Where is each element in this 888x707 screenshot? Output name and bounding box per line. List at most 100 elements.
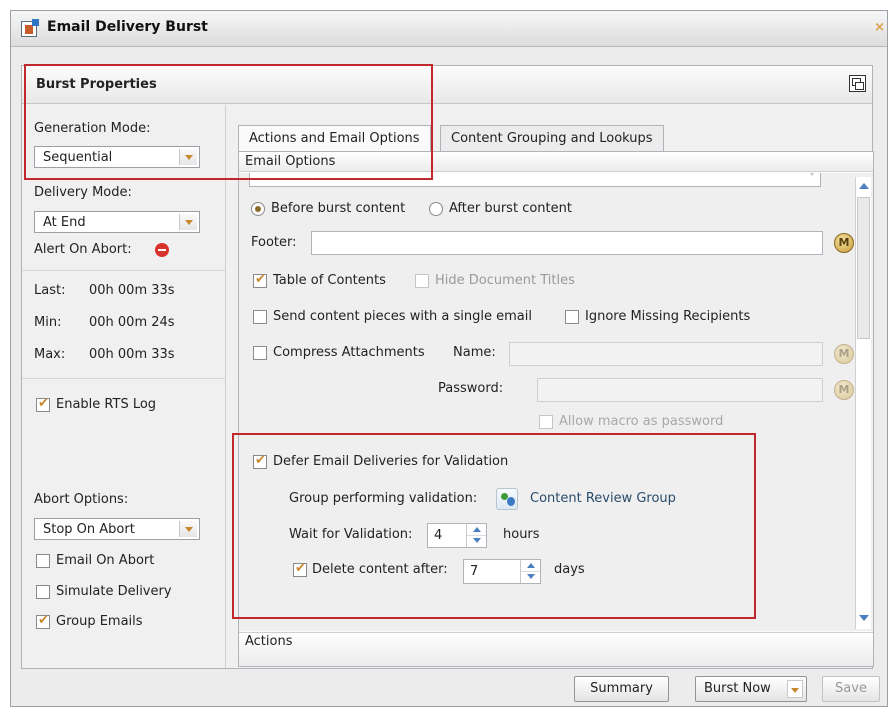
simulate-delivery-label: Simulate Delivery bbox=[56, 584, 172, 599]
tabs-area: Actions and Email Options Content Groupi… bbox=[238, 125, 874, 667]
hide-document-titles-label: Hide Document Titles bbox=[435, 273, 575, 288]
stat-min-value: 00h 00m 24s bbox=[89, 315, 175, 330]
group-emails-checkbox[interactable] bbox=[36, 613, 50, 629]
delete-after-value: 7 bbox=[470, 564, 479, 579]
ignore-missing-recipients-label: Ignore Missing Recipients bbox=[585, 309, 751, 324]
send-single-email-label: Send content pieces with a single email bbox=[273, 309, 532, 324]
left-column: Generation Mode: Sequential Delivery Mod… bbox=[22, 105, 226, 668]
close-icon[interactable]: × bbox=[874, 20, 885, 35]
burst-properties-panel: Burst Properties Generation Mode: Sequen… bbox=[21, 65, 874, 669]
delivery-mode-value: At End bbox=[43, 215, 86, 230]
burst-now-button[interactable]: Burst Now bbox=[695, 676, 807, 702]
stat-max-label: Max: bbox=[34, 347, 66, 362]
actions-section-header[interactable]: Actions bbox=[239, 632, 873, 666]
email-options-title: Email Options bbox=[245, 154, 336, 169]
hide-document-titles-checkbox[interactable] bbox=[415, 274, 429, 288]
generation-mode-label: Generation Mode: bbox=[34, 121, 151, 136]
stat-min-label: Min: bbox=[34, 315, 62, 330]
enable-rts-log-checkbox[interactable] bbox=[36, 396, 50, 412]
delete-unit-label: days bbox=[554, 562, 585, 577]
table-of-contents-checkbox[interactable] bbox=[253, 272, 267, 288]
abort-options-value: Stop On Abort bbox=[43, 522, 135, 537]
name-label: Name: bbox=[453, 345, 496, 360]
ignore-missing-recipients-checkbox[interactable] bbox=[565, 310, 579, 324]
tab-content-grouping-and-lookups[interactable]: Content Grouping and Lookups bbox=[440, 125, 664, 151]
wait-validation-value: 4 bbox=[434, 528, 443, 543]
abort-options-select[interactable]: Stop On Abort bbox=[34, 518, 200, 540]
alert-on-abort-label: Alert On Abort: bbox=[34, 242, 132, 257]
tab-actions-and-email-options[interactable]: Actions and Email Options bbox=[238, 125, 431, 152]
email-on-abort-label: Email On Abort bbox=[56, 553, 155, 568]
burst-now-label: Burst Now bbox=[704, 681, 771, 696]
group-validation-label: Group performing validation: bbox=[289, 491, 478, 506]
tab-content: Email Options Before burst content After… bbox=[238, 151, 874, 667]
generation-mode-select[interactable]: Sequential bbox=[34, 146, 200, 168]
email-delivery-burst-window: Email Delivery Burst × Burst Properties … bbox=[10, 10, 888, 707]
dropdown-arrow-icon[interactable] bbox=[787, 680, 803, 698]
defer-validation-checkbox[interactable] bbox=[253, 453, 267, 469]
email-options-header[interactable]: Email Options bbox=[239, 152, 873, 172]
group-icon[interactable] bbox=[496, 488, 518, 510]
group-validation-link[interactable]: Content Review Group bbox=[530, 491, 676, 506]
summary-button[interactable]: Summary bbox=[574, 676, 669, 702]
chevron-down-icon bbox=[808, 173, 816, 176]
compress-attachments-checkbox[interactable] bbox=[253, 346, 267, 360]
delivery-mode-select[interactable]: At End bbox=[34, 211, 200, 233]
dropdown-arrow-icon[interactable] bbox=[179, 521, 197, 537]
radio-after-burst-content[interactable] bbox=[429, 202, 443, 216]
dropdown-arrow-icon[interactable] bbox=[179, 214, 197, 230]
compress-attachments-label: Compress Attachments bbox=[273, 345, 425, 360]
send-single-email-checkbox[interactable] bbox=[253, 310, 267, 324]
actions-section-title: Actions bbox=[245, 634, 293, 649]
scroll-up-icon[interactable] bbox=[859, 183, 869, 189]
email-options-body: Before burst content After burst content… bbox=[239, 173, 873, 631]
panel-title: Burst Properties bbox=[36, 77, 157, 92]
wait-unit-label: hours bbox=[503, 527, 540, 542]
enable-rts-log-label: Enable RTS Log bbox=[56, 397, 157, 412]
abort-options-label: Abort Options: bbox=[34, 492, 129, 507]
allow-macro-password-label: Allow macro as password bbox=[559, 414, 724, 429]
abort-icon[interactable] bbox=[155, 243, 169, 257]
restore-icon[interactable] bbox=[849, 75, 866, 92]
password-input[interactable] bbox=[537, 378, 823, 402]
stat-max-value: 00h 00m 33s bbox=[89, 347, 175, 362]
generation-mode-value: Sequential bbox=[43, 150, 113, 165]
footer-label: Footer: bbox=[251, 235, 297, 250]
save-button[interactable]: Save bbox=[822, 676, 880, 702]
radio-before-burst-content[interactable] bbox=[251, 202, 265, 216]
defer-validation-label: Defer Email Deliveries for Validation bbox=[273, 454, 509, 469]
wait-validation-spinner[interactable]: 4 bbox=[427, 523, 487, 548]
macro-icon[interactable]: M bbox=[834, 233, 854, 253]
document-icon bbox=[21, 19, 39, 37]
dropdown-arrow-icon[interactable] bbox=[179, 149, 197, 165]
delete-after-label: Delete content after: bbox=[312, 562, 448, 577]
delete-after-spinner[interactable]: 7 bbox=[463, 559, 541, 584]
window-title: Email Delivery Burst bbox=[47, 19, 208, 35]
table-of-contents-label: Table of Contents bbox=[273, 273, 386, 288]
spinner-icon[interactable] bbox=[520, 560, 540, 583]
simulate-delivery-checkbox[interactable] bbox=[36, 585, 50, 599]
scroll-thumb[interactable] bbox=[857, 197, 870, 339]
spinner-icon[interactable] bbox=[466, 524, 486, 547]
wait-validation-label: Wait for Validation: bbox=[289, 527, 413, 542]
macro-icon[interactable]: M bbox=[834, 344, 854, 364]
header-select[interactable] bbox=[249, 173, 821, 187]
panel-header: Burst Properties bbox=[22, 66, 872, 104]
divider bbox=[22, 270, 225, 271]
divider bbox=[22, 378, 225, 379]
vertical-scrollbar[interactable] bbox=[855, 177, 871, 629]
name-input[interactable] bbox=[509, 342, 823, 366]
footer-input[interactable] bbox=[311, 231, 823, 255]
delivery-mode-label: Delivery Mode: bbox=[34, 185, 132, 200]
radio-after-label: After burst content bbox=[449, 201, 572, 216]
stat-last-value: 00h 00m 33s bbox=[89, 283, 175, 298]
email-on-abort-checkbox[interactable] bbox=[36, 554, 50, 568]
password-label: Password: bbox=[438, 381, 504, 396]
delete-after-checkbox[interactable] bbox=[293, 561, 307, 577]
group-emails-label: Group Emails bbox=[56, 614, 143, 629]
macro-icon[interactable]: M bbox=[834, 380, 854, 400]
stat-last-label: Last: bbox=[34, 283, 66, 298]
radio-before-label: Before burst content bbox=[271, 201, 406, 216]
allow-macro-password-checkbox[interactable] bbox=[539, 415, 553, 429]
scroll-down-icon[interactable] bbox=[859, 615, 869, 621]
